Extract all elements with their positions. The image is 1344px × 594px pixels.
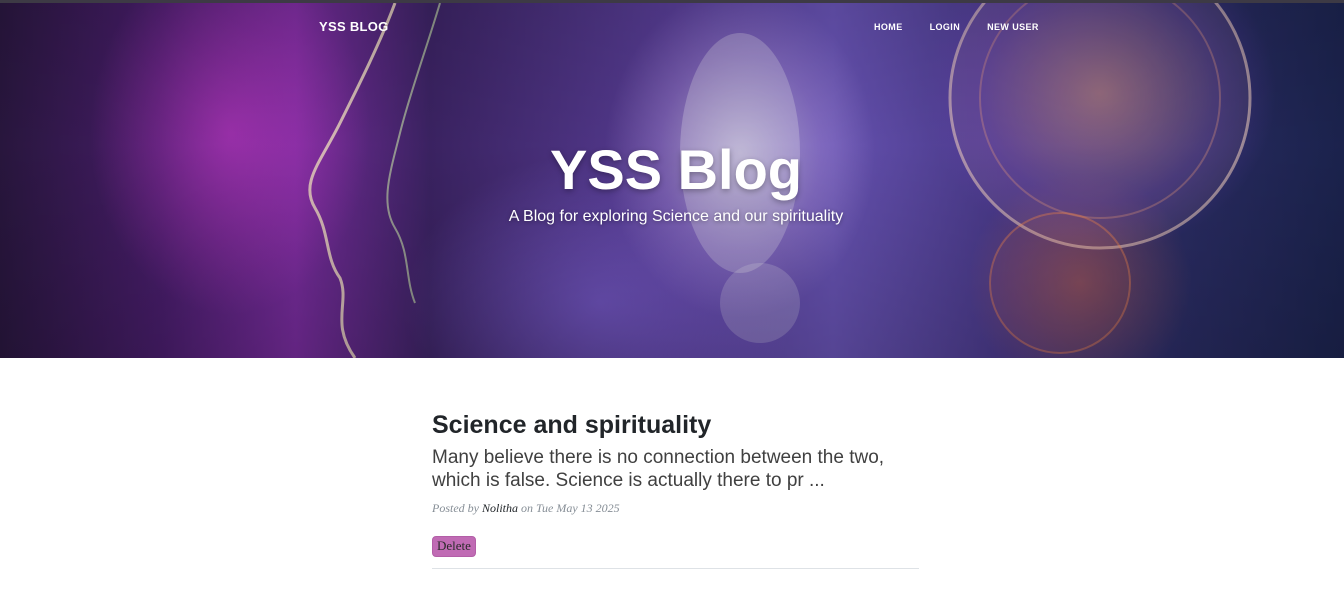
post-preview: Science and spirituality Many believe th… bbox=[432, 408, 919, 557]
post-meta: Posted by Nolitha on Tue May 13 2025 bbox=[432, 501, 919, 516]
post-divider bbox=[432, 568, 919, 569]
site-subheading: A Blog for exploring Science and our spi… bbox=[508, 208, 844, 225]
nav-new-user-link[interactable]: NEW USER bbox=[987, 22, 1039, 32]
post-title[interactable]: Science and spirituality bbox=[432, 408, 919, 442]
post-date: Tue May 13 2025 bbox=[536, 501, 620, 515]
on-label: on bbox=[521, 501, 534, 515]
main-nav: HOME LOGIN NEW USER bbox=[874, 22, 1039, 32]
nav-login-link[interactable]: LOGIN bbox=[930, 22, 961, 32]
post-excerpt[interactable]: Many believe there is no connection betw… bbox=[432, 446, 919, 492]
nav-home-link[interactable]: HOME bbox=[874, 22, 903, 32]
delete-button[interactable]: Delete bbox=[432, 536, 476, 557]
post-author: Nolitha bbox=[482, 501, 519, 515]
hero-header: YSS BLOG HOME LOGIN NEW USER YSS Blog A … bbox=[0, 3, 1344, 358]
brand-link[interactable]: YSS BLOG bbox=[319, 19, 389, 34]
posted-by-label: Posted by bbox=[432, 501, 479, 515]
site-heading: YSS Blog bbox=[549, 138, 803, 201]
